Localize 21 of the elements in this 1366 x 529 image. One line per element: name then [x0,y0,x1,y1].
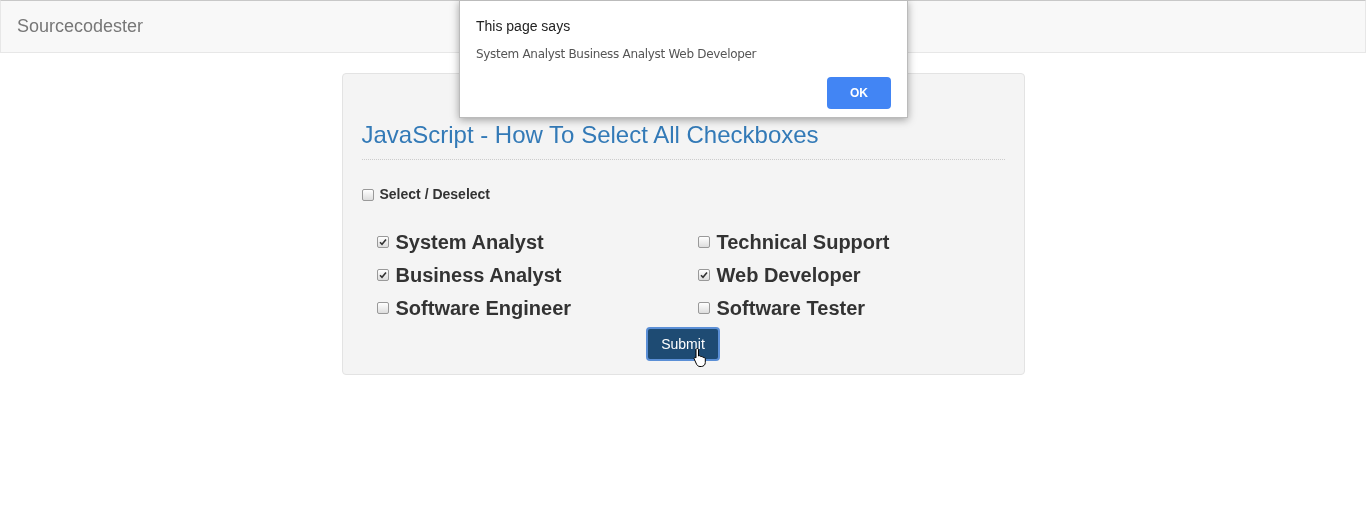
checkbox[interactable] [376,269,389,281]
ok-button[interactable]: OK [827,77,891,109]
brand-link[interactable]: Sourcecodester [17,13,144,40]
dialog-title: This page says [476,17,572,35]
checkbox[interactable] [697,302,710,314]
checkbox-label: Business Analyst [395,263,562,288]
pointer-cursor-icon [692,347,707,367]
checkbox-label: Software Tester [716,296,866,321]
checkbox-label: System Analyst [395,230,544,255]
checkbox[interactable] [376,302,389,314]
checkbox[interactable] [361,188,374,201]
checkbox-label: Technical Support [716,230,890,255]
checkbox[interactable] [697,236,710,248]
submit-button[interactable]: Submit [646,327,720,361]
checkbox-label: Web Developer [716,263,861,288]
page-title: JavaScript - How To Select All Checkboxes [361,122,820,148]
checkbox-label: Software Engineer [395,296,572,321]
dialog-message: System Analyst Business Analyst Web Developer [476,46,758,63]
checkbox[interactable] [697,269,710,281]
checkbox[interactable] [376,236,389,248]
checkbox-label: Select / Deselect [379,185,490,204]
